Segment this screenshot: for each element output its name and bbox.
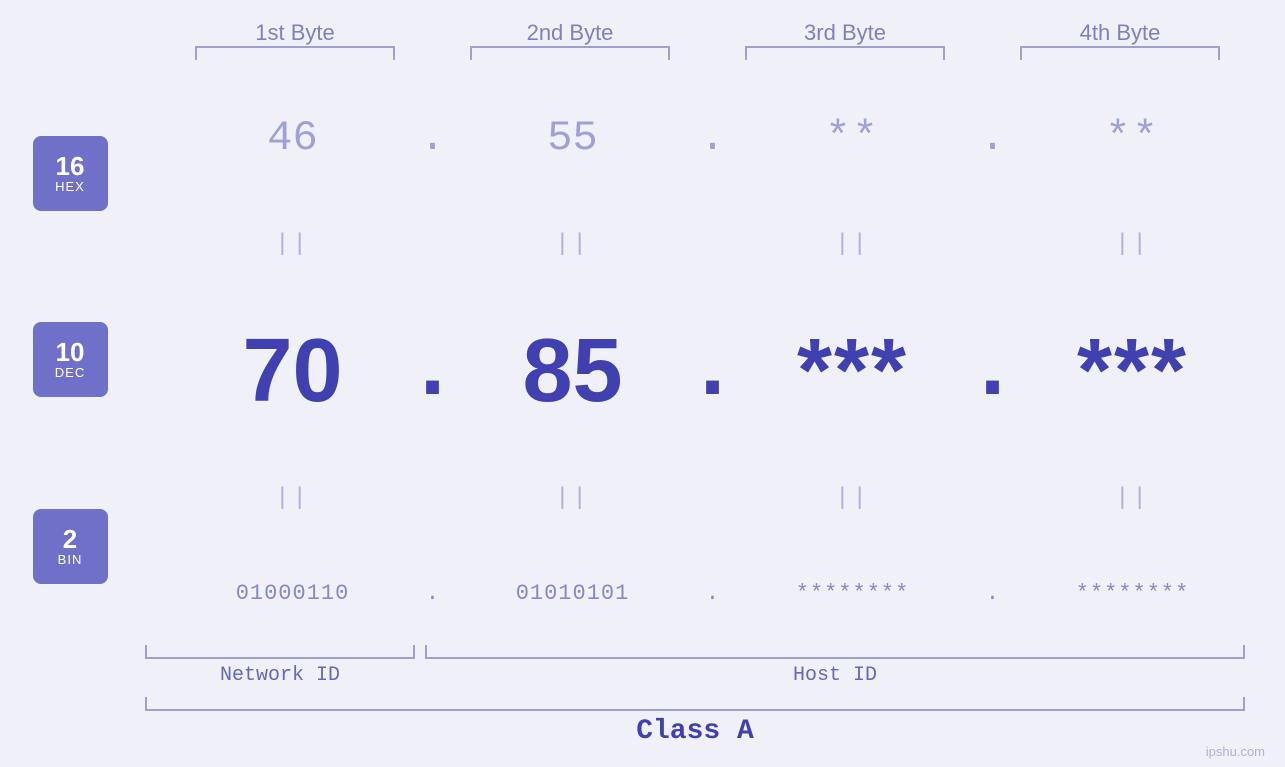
bin-byte1-value: 01000110 <box>236 581 350 606</box>
dec-byte2-value: 85 <box>522 326 622 416</box>
class-label: Class A <box>145 716 1245 747</box>
dec-badge-num: 10 <box>56 339 85 365</box>
bin-badge: 2 BIN <box>33 509 108 584</box>
hex-byte4-value: ** <box>1105 114 1159 162</box>
byte-headers: 1st Byte 2nd Byte 3rd Byte 4th Byte <box>158 20 1258 46</box>
top-brackets <box>158 46 1258 60</box>
bin-byte3-value: ******** <box>796 581 910 606</box>
dec-dot3: . <box>973 326 1013 416</box>
eq1: || <box>173 231 413 258</box>
eq-row-2: || || || || <box>150 484 1275 514</box>
bracket-byte1 <box>195 46 395 60</box>
bin-byte1: 01000110 <box>173 581 413 606</box>
dec-row: 70 . 85 . *** . *** <box>150 326 1275 416</box>
dec-badge: 10 DEC <box>33 322 108 397</box>
id-labels: Network ID Host ID <box>145 664 1245 687</box>
hex-byte3-value: ** <box>825 114 879 162</box>
bin-badge-num: 2 <box>63 526 77 552</box>
eq8: || <box>1013 485 1253 512</box>
dec-byte3: *** <box>733 326 973 416</box>
host-id-label: Host ID <box>425 664 1245 687</box>
bin-dot1: . <box>413 581 453 606</box>
hex-byte3: ** <box>733 114 973 162</box>
hex-badge-label: HEX <box>55 179 85 194</box>
dec-byte2: 85 <box>453 326 693 416</box>
bin-dot2: . <box>693 581 733 606</box>
hex-dot3: . <box>973 114 1013 162</box>
dec-byte4-value: *** <box>1077 326 1188 416</box>
bracket-byte4 <box>1020 46 1220 60</box>
network-id-label: Network ID <box>145 664 415 687</box>
hex-dot1: . <box>413 114 453 162</box>
hex-byte2: 55 <box>453 114 693 162</box>
dec-byte4: *** <box>1013 326 1253 416</box>
hex-byte1-value: 46 <box>267 114 317 162</box>
hex-badge: 16 HEX <box>33 136 108 211</box>
class-label-row: Class A <box>145 716 1245 747</box>
bracket-byte2 <box>470 46 670 60</box>
byte1-header: 1st Byte <box>175 20 415 46</box>
network-bracket <box>145 645 415 659</box>
bin-dot3: . <box>973 581 1013 606</box>
eq-row-1: || || || || <box>150 229 1275 259</box>
dec-dot2: . <box>693 326 733 416</box>
network-host-brackets <box>145 645 1245 659</box>
hex-byte1: 46 <box>173 114 413 162</box>
data-rows: 46 . 55 . ** . ** <box>140 80 1285 640</box>
eq4: || <box>1013 231 1253 258</box>
main-area: 16 HEX 10 DEC 2 BIN 46 . <box>0 80 1285 640</box>
dec-dot1: . <box>413 326 453 416</box>
dec-byte3-value: *** <box>797 326 908 416</box>
main-container: 1st Byte 2nd Byte 3rd Byte 4th Byte 16 H… <box>0 0 1285 767</box>
hex-byte4: ** <box>1013 114 1253 162</box>
hex-badge-num: 16 <box>56 153 85 179</box>
bin-badge-label: BIN <box>58 552 83 567</box>
watermark: ipshu.com <box>1206 744 1265 759</box>
eq5: || <box>173 485 413 512</box>
hex-dot2: . <box>693 114 733 162</box>
eq6: || <box>453 485 693 512</box>
byte2-header: 2nd Byte <box>450 20 690 46</box>
hex-byte2-value: 55 <box>547 114 597 162</box>
badges-column: 16 HEX 10 DEC 2 BIN <box>0 80 140 640</box>
bin-byte2-value: 01010101 <box>516 581 630 606</box>
class-bracket <box>145 697 1245 711</box>
byte3-header: 3rd Byte <box>725 20 965 46</box>
bin-byte4: ******** <box>1013 581 1253 606</box>
bracket-byte3 <box>745 46 945 60</box>
bin-byte2: 01010101 <box>453 581 693 606</box>
bin-row: 01000110 . 01010101 . ******** . <box>150 581 1275 606</box>
hex-row: 46 . 55 . ** . ** <box>150 114 1275 162</box>
bin-byte3: ******** <box>733 581 973 606</box>
dec-badge-label: DEC <box>55 365 85 380</box>
bin-byte4-value: ******** <box>1076 581 1190 606</box>
host-bracket <box>425 645 1245 659</box>
class-bracket-row <box>145 697 1245 711</box>
eq7: || <box>733 485 973 512</box>
eq3: || <box>733 231 973 258</box>
dec-byte1-value: 70 <box>242 326 342 416</box>
bottom-section: Network ID Host ID Class A <box>0 645 1285 747</box>
dec-byte1: 70 <box>173 326 413 416</box>
byte4-header: 4th Byte <box>1000 20 1240 46</box>
eq2: || <box>453 231 693 258</box>
